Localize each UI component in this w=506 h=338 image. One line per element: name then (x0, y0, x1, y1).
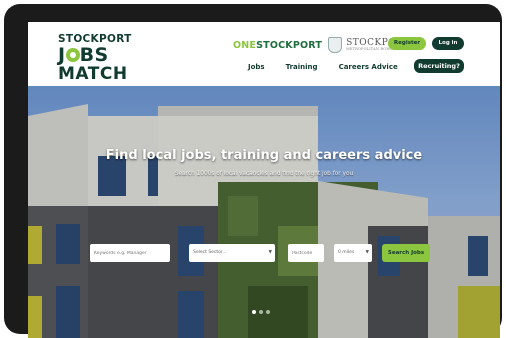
hero-title: Find local jobs, training and careers ad… (105, 148, 423, 163)
keyword-input[interactable] (90, 244, 170, 262)
postcode-input[interactable] (288, 244, 324, 262)
council-crest-icon (328, 37, 343, 53)
carousel-dot-1[interactable] (252, 310, 256, 314)
hero-banner: Find local jobs, training and careers ad… (28, 86, 500, 338)
logo-line-3: MATCH (58, 63, 128, 84)
main-nav: Jobs Training Careers Advice (248, 59, 419, 75)
nav-jobs[interactable]: Jobs (248, 63, 265, 71)
search-jobs-button[interactable]: Search Jobs (382, 244, 430, 262)
carousel-dot-3[interactable] (266, 310, 270, 314)
logo-o-icon (65, 47, 80, 62)
hero-subtitle: Search 1000s of local vacancies and find… (174, 171, 354, 177)
nav-careers-advice[interactable]: Careers Advice (339, 63, 398, 71)
nav-training[interactable]: Training (286, 63, 318, 71)
screen: STOCKPORT J BS MATCH ONESTOCKPORT STOCKPO… (28, 22, 500, 338)
miles-select[interactable]: 0 miles ▼ (334, 244, 372, 262)
carousel-dot-2[interactable] (259, 310, 263, 314)
chevron-down-icon: ▼ (268, 250, 272, 255)
register-button[interactable]: Register (388, 37, 426, 50)
stockport-jobs-match-logo[interactable]: STOCKPORT J BS MATCH (58, 34, 132, 83)
sector-select[interactable]: Select Sector... ▼ (189, 244, 275, 262)
hero-building-image (28, 86, 500, 338)
recruiting-button[interactable]: Recruiting? (414, 59, 464, 73)
login-button[interactable]: Log in (432, 37, 464, 50)
chevron-down-icon: ▼ (365, 250, 369, 255)
logo-line-2: J BS (58, 43, 109, 66)
carousel-dots (252, 310, 273, 314)
device-frame: STOCKPORT J BS MATCH ONESTOCKPORT STOCKPO… (4, 4, 502, 338)
site-header: STOCKPORT J BS MATCH ONESTOCKPORT STOCKPO… (28, 22, 500, 86)
onestockport-logo[interactable]: ONESTOCKPORT (233, 40, 322, 51)
